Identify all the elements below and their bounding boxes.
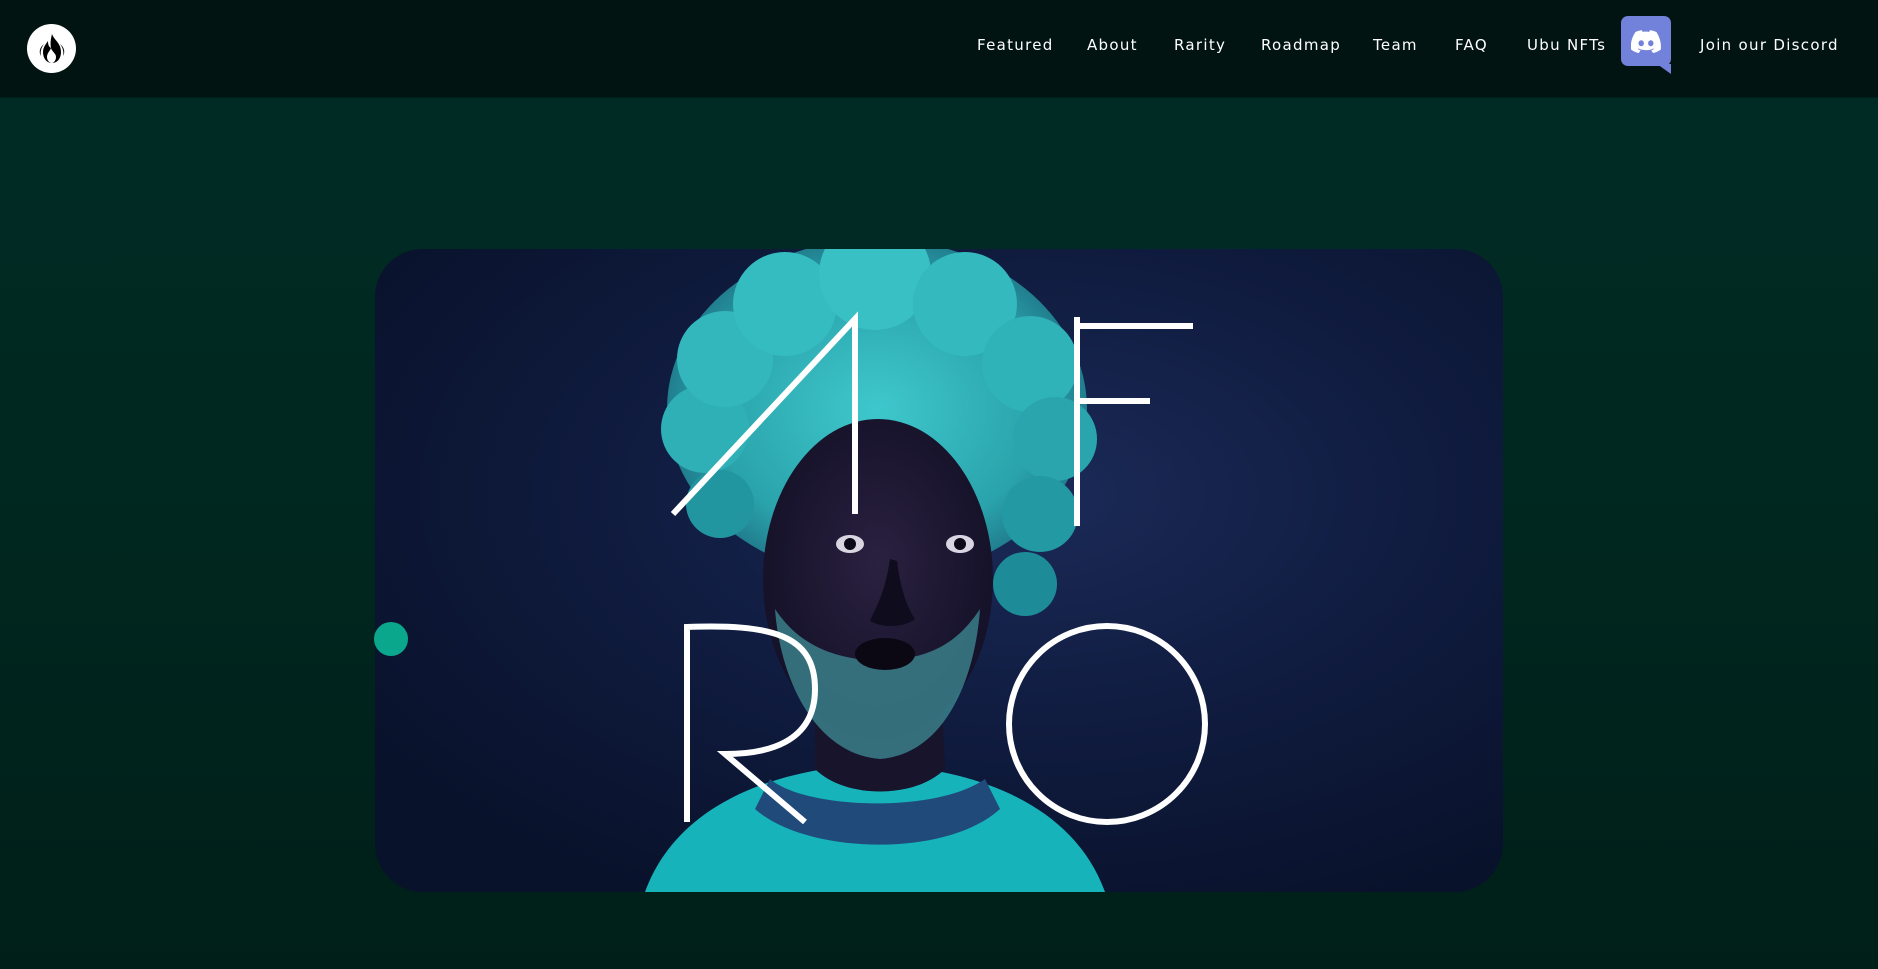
nav-link-about[interactable]: About bbox=[1087, 36, 1138, 54]
discord-button[interactable] bbox=[1621, 16, 1671, 74]
top-navigation-bar: Featured About Rarity Roadmap Team FAQ U… bbox=[0, 0, 1878, 97]
nav-link-team[interactable]: Team bbox=[1373, 36, 1418, 54]
nav-link-roadmap[interactable]: Roadmap bbox=[1261, 36, 1341, 54]
main-nav: Featured About Rarity Roadmap Team FAQ U… bbox=[0, 0, 1878, 97]
nav-link-rarity[interactable]: Rarity bbox=[1174, 36, 1226, 54]
hero-banner bbox=[375, 249, 1503, 892]
join-discord-link[interactable]: Join our Discord bbox=[1700, 36, 1839, 54]
hero-artwork bbox=[375, 249, 1503, 892]
discord-icon bbox=[1631, 29, 1661, 53]
nav-link-featured[interactable]: Featured bbox=[977, 36, 1054, 54]
nav-link-ubu-nfts[interactable]: Ubu NFTs bbox=[1527, 36, 1606, 54]
carousel-dot[interactable] bbox=[374, 622, 408, 656]
nav-link-faq[interactable]: FAQ bbox=[1455, 36, 1488, 54]
